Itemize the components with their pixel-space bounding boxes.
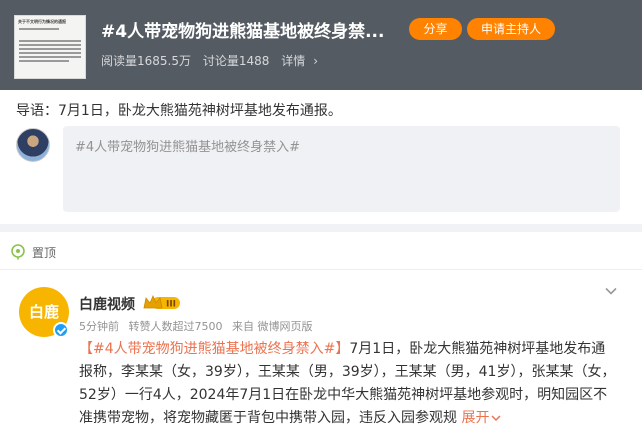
pin-icon	[11, 244, 25, 260]
post-composer[interactable]: #4人带宠物狗进熊猫基地被终身禁入#	[63, 126, 620, 212]
expand-chevron-icon	[491, 415, 501, 422]
read-count: 阅读量1685.5万	[101, 54, 191, 68]
discussion-count: 讨论量1488	[202, 54, 270, 68]
share-button[interactable]: 分享	[409, 18, 462, 40]
author-name[interactable]: 白鹿视频	[79, 294, 135, 314]
pinned-post-card: 置顶 白鹿 白鹿视频 III 5分钟前 转赞人数超过7500 来自 微博网页版 …	[0, 232, 642, 434]
avatar-text: 白鹿	[28, 303, 59, 321]
crown-level-icon[interactable]: III	[142, 294, 182, 312]
chevron-right-icon: ›	[313, 54, 319, 68]
topic-header: 关于不文明行为情况的通报 #4人带宠物狗进熊猫基地被终身禁... 分享 申请主持…	[0, 0, 642, 90]
post-body: 【#4人带宠物狗进熊猫基地被终身禁入#】7月1日，卧龙大熊猫苑神树坪基地发布通报…	[79, 338, 619, 430]
pinned-row: 置顶	[10, 242, 56, 262]
topic-title: #4人带宠物狗进熊猫基地被终身禁...	[101, 22, 385, 42]
topic-tag-link[interactable]: 【#4人带宠物狗进熊猫基地被终身禁入#】	[79, 341, 349, 357]
topic-stats: 阅读量1685.5万 讨论量1488 详情 ›	[101, 52, 334, 69]
composer-placeholder: #4人带宠物狗进熊猫基地被终身禁入#	[75, 140, 301, 155]
post-time[interactable]: 5分钟前	[79, 320, 119, 333]
topic-thumbnail[interactable]: 关于不文明行为情况的通报	[14, 15, 86, 79]
lead-card: 导语：7月1日，卧龙大熊猫苑神树坪基地发布通报。 #4人带宠物狗进熊猫基地被终身…	[0, 90, 642, 224]
details-label[interactable]: 详情	[281, 54, 305, 68]
post-meta: 5分钟前 转赞人数超过7500 来自 微博网页版	[79, 318, 319, 334]
user-avatar[interactable]	[16, 128, 50, 162]
thumbnail-heading: 关于不文明行为情况的通报	[18, 19, 66, 24]
repost-count: 转赞人数超过7500	[128, 320, 223, 333]
divider	[0, 269, 642, 270]
pinned-label: 置顶	[32, 245, 57, 260]
post-source: 来自 微博网页版	[232, 320, 313, 333]
chevron-down-icon[interactable]	[604, 284, 618, 298]
expand-label[interactable]: 展开	[461, 410, 489, 426]
verified-badge-icon	[53, 322, 69, 338]
level-text: III	[166, 300, 176, 310]
lead-text: 导语：7月1日，卧龙大熊猫苑神树坪基地发布通报。	[16, 103, 342, 119]
apply-host-button[interactable]: 申请主持人	[467, 18, 555, 40]
details-link[interactable]: 详情 ›	[281, 54, 326, 68]
expand-link[interactable]: 展开	[461, 410, 501, 426]
